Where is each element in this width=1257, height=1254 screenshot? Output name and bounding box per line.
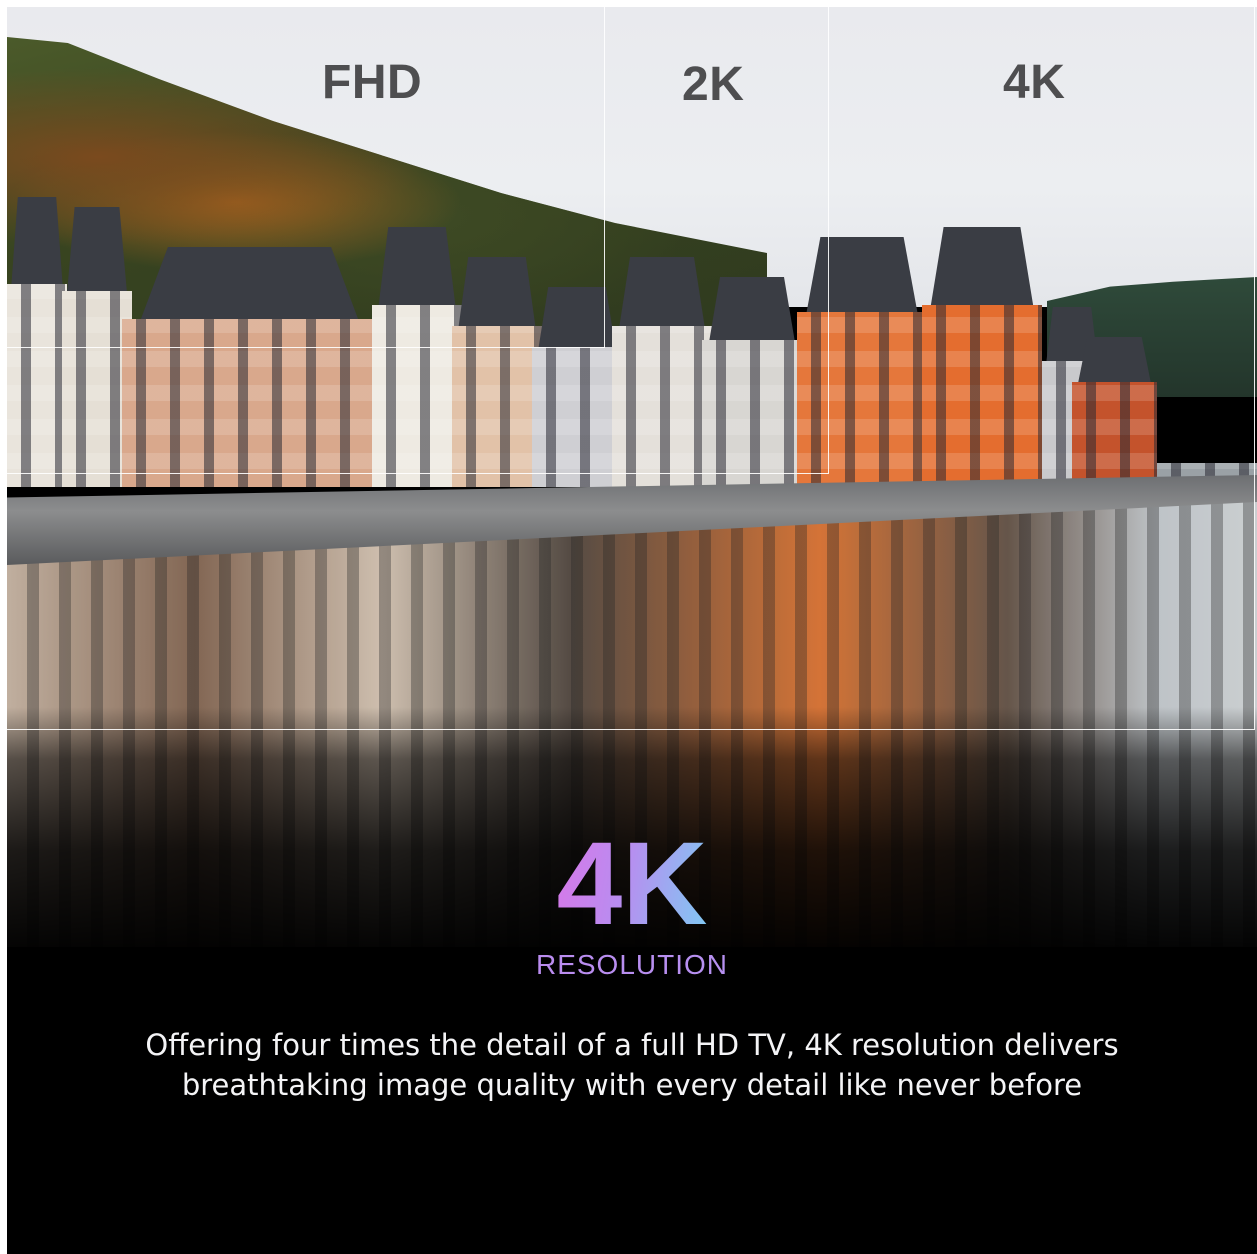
banner: FHD 2K 4K 4K RESOLUTION Offering four ti… <box>7 7 1257 1254</box>
headline-resolution: RESOLUTION <box>7 949 1257 981</box>
headline-4k: 4K <box>556 818 708 950</box>
city-river-photo: FHD 2K 4K <box>7 7 1257 947</box>
label-4k: 4K <box>1003 56 1066 109</box>
headline: 4K RESOLUTION <box>7 825 1257 981</box>
label-fhd: FHD <box>322 56 423 109</box>
description-text: Offering four times the detail of a full… <box>145 1028 1119 1102</box>
resolution-box-fhd <box>7 7 605 348</box>
label-2k: 2K <box>682 58 745 111</box>
